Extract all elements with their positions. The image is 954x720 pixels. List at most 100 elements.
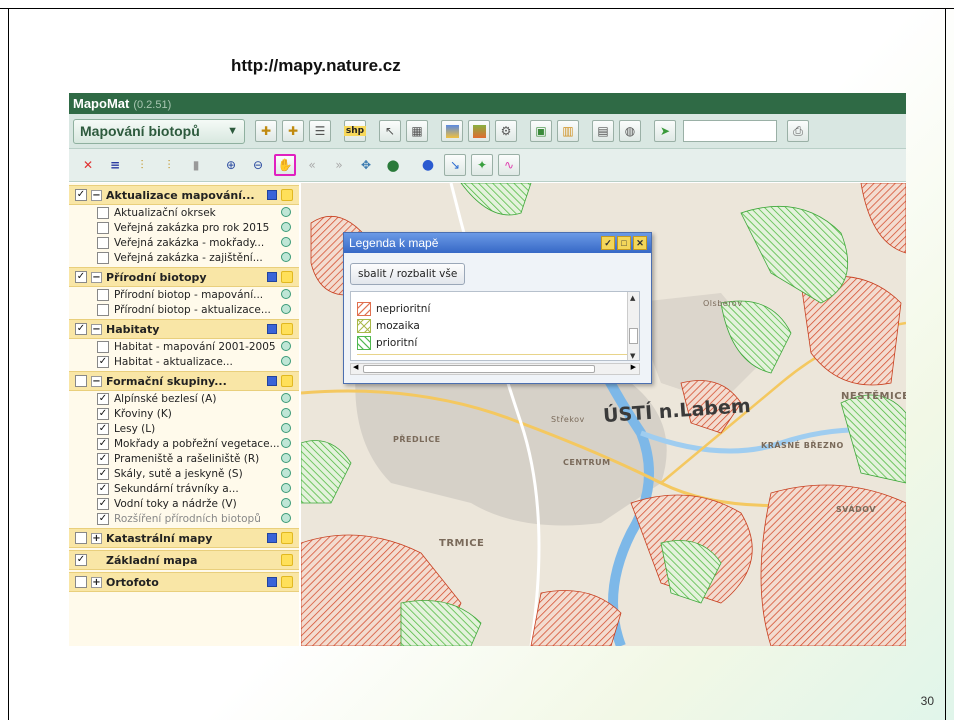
collapse-icon[interactable]: − [91, 323, 102, 335]
layer-group-checkbox[interactable]: ✓ [75, 323, 87, 335]
layer-info-icon[interactable] [281, 423, 291, 433]
layer-info-icon[interactable] [281, 341, 291, 351]
layer-list-icon[interactable] [267, 272, 277, 282]
layer-list-icon[interactable] [267, 533, 277, 543]
layer-item-checkbox[interactable]: ✓ [97, 407, 109, 420]
kml-icon[interactable]: ◍ [619, 120, 641, 142]
layer-info-icon[interactable] [281, 207, 291, 217]
layer-item-checkbox[interactable]: ✓ [97, 437, 109, 450]
layer-options-icon[interactable] [281, 576, 293, 588]
layer-list-icon[interactable] [267, 190, 277, 200]
shp-icon[interactable]: shp [343, 120, 367, 142]
feature-icon[interactable]: ∿ [498, 154, 520, 176]
layer-item[interactable]: Habitat - mapování 2001-2005 [69, 339, 299, 354]
scroll-thumb[interactable] [363, 365, 595, 373]
layer-list-icon[interactable] [267, 376, 277, 386]
layer-list-icon[interactable] [267, 324, 277, 334]
layer-item-checkbox[interactable] [97, 288, 109, 301]
layer-item[interactable]: ✓ Křoviny (K) [69, 406, 299, 421]
collapse-expand-all-button[interactable]: sbalit / rozbalit vše [350, 263, 466, 285]
layer-item-checkbox[interactable]: ✓ [97, 355, 109, 368]
add-layer-icon[interactable]: ✚ [255, 120, 277, 142]
legend-vertical-scrollbar[interactable]: ▲ ▼ [627, 292, 639, 360]
layer-info-icon[interactable] [281, 237, 291, 247]
layer-info-icon[interactable] [281, 289, 291, 299]
layer-options-icon[interactable] [281, 554, 293, 566]
layer-item[interactable]: ✓ Skály, sutě a jeskyně (S) [69, 466, 299, 481]
layer-item-checkbox[interactable]: ✓ [97, 512, 109, 525]
layer-group-checkbox[interactable]: ✓ [75, 189, 87, 201]
forward-icon[interactable]: » [328, 154, 350, 176]
layer-item[interactable]: Přírodní biotop - mapování... [69, 287, 299, 302]
layer-item-checkbox[interactable]: ✓ [97, 452, 109, 465]
layer-info-icon[interactable] [281, 304, 291, 314]
layer-item-checkbox[interactable]: ✓ [97, 482, 109, 495]
layer-item[interactable]: Přírodní biotop - aktualizace... [69, 302, 299, 317]
scroll-left-icon[interactable]: ◀ [353, 363, 358, 371]
close-icon[interactable]: ✕ [633, 236, 647, 250]
collapse-icon[interactable]: − [91, 271, 102, 283]
layer-info-icon[interactable] [281, 513, 291, 523]
scroll-thumb[interactable] [629, 328, 638, 344]
layer-item-checkbox[interactable]: ✓ [97, 392, 109, 405]
layer-item[interactable]: ✓ Prameniště a rašeliniště (R) [69, 451, 299, 466]
back-icon[interactable]: « [301, 154, 323, 176]
layer-group-checkbox[interactable] [75, 532, 87, 544]
list-all-icon[interactable]: ≡ [104, 154, 126, 176]
layer-item-checkbox[interactable]: ✓ [97, 467, 109, 480]
layer-group[interactable]: + Katastrální mapy [69, 528, 299, 548]
layer-group[interactable]: ✓ − Přírodní biotopy [69, 267, 299, 287]
layer-options-icon[interactable] [281, 189, 293, 201]
maximize-icon[interactable]: □ [617, 236, 631, 250]
layer-item[interactable]: ✓ Sekundární trávníky a... [69, 481, 299, 496]
map-select-dropdown[interactable]: Mapování biotopů ▼ [73, 118, 245, 144]
layer-item-checkbox[interactable] [97, 221, 109, 234]
layer-group[interactable]: + Ortofoto [69, 572, 299, 592]
collapse-icon[interactable]: − [91, 375, 102, 387]
layer-group[interactable]: − Formační skupiny... [69, 371, 299, 391]
layer-options-icon[interactable] [281, 532, 293, 544]
layer-info-icon[interactable] [281, 438, 291, 448]
layer-item-checkbox[interactable] [97, 251, 109, 264]
layer-item[interactable]: ✓ Mokřady a pobřežní vegetace... [69, 436, 299, 451]
eraser-icon[interactable]: ▮ [185, 154, 207, 176]
layer-item-checkbox[interactable]: ✓ [97, 422, 109, 435]
layer-item[interactable]: Veřejná zakázka pro rok 2015 [69, 220, 299, 235]
globe-icon[interactable]: ● [382, 154, 404, 176]
layer-list-icon[interactable] [267, 577, 277, 587]
layer-item-checkbox[interactable] [97, 340, 109, 353]
list-icon[interactable]: ☰ [309, 120, 331, 142]
layers-grey-icon[interactable] [468, 120, 490, 142]
zoom-out-icon[interactable]: ⊖ [247, 154, 269, 176]
layer-info-icon[interactable] [281, 222, 291, 232]
layer-group[interactable]: ✓ − Aktualizace mapování... [69, 185, 299, 205]
expand-icon[interactable]: + [91, 532, 102, 544]
measure-icon[interactable]: ↖ [379, 120, 401, 142]
layer-options-icon[interactable] [281, 323, 293, 335]
layer-item-checkbox[interactable] [97, 236, 109, 249]
layer-item[interactable]: ✓ Alpínské bezlesí (A) [69, 391, 299, 406]
legend-alt-icon[interactable]: ⫶ [158, 154, 180, 176]
collapse-icon[interactable]: − [91, 189, 102, 201]
layer-info-icon[interactable] [281, 252, 291, 262]
layer-item[interactable]: Aktualizační okrsek [69, 205, 299, 220]
settings-icon[interactable]: ⚙ [495, 120, 517, 142]
layer-item[interactable]: Veřejná zakázka - zajištění... [69, 250, 299, 265]
layer-group-checkbox[interactable]: ✓ [75, 554, 87, 566]
full-extent-icon[interactable]: ✥ [355, 154, 377, 176]
layer-group-checkbox[interactable]: ✓ [75, 271, 87, 283]
layer-group[interactable]: ✓ Základní mapa [69, 550, 299, 570]
layer-info-icon[interactable] [281, 453, 291, 463]
layer-info-icon[interactable] [281, 468, 291, 478]
expand-icon[interactable]: + [91, 576, 102, 588]
layer-item[interactable]: ✓ Lesy (L) [69, 421, 299, 436]
layer-item[interactable]: ✓ Vodní toky a nádrže (V) [69, 496, 299, 511]
layer-item[interactable]: Veřejná zakázka - mokřady... [69, 235, 299, 250]
layer-item-checkbox[interactable] [97, 206, 109, 219]
layers-color-icon[interactable] [441, 120, 463, 142]
scroll-right-icon[interactable]: ▶ [631, 363, 636, 371]
minimize-icon[interactable]: ✓ [601, 236, 615, 250]
zoom-in-icon[interactable]: ⊕ [220, 154, 242, 176]
legend-horizontal-scrollbar[interactable]: ◀ ▶ [350, 363, 640, 375]
book-icon[interactable]: ▥ [557, 120, 579, 142]
